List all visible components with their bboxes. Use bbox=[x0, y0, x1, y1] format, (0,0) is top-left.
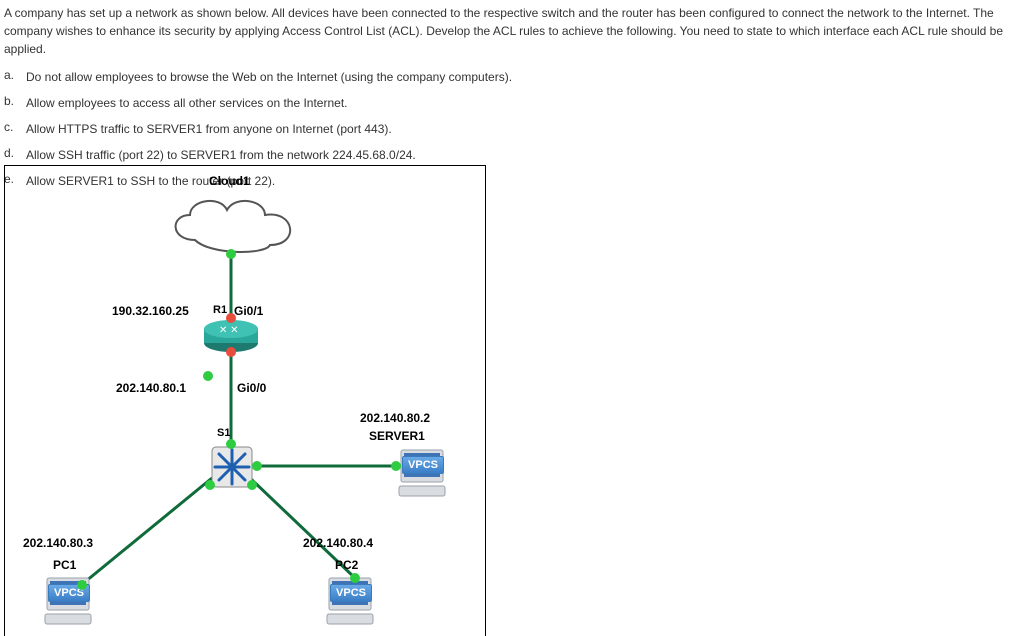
pc2-ip: 202.140.80.4 bbox=[303, 536, 373, 550]
vpcs-badge: VPCS bbox=[402, 456, 444, 474]
pc1-ip: 202.140.80.3 bbox=[23, 536, 93, 550]
pc2-name: PC2 bbox=[335, 558, 358, 572]
requirement-c: c. Allow HTTPS traffic to SERVER1 from a… bbox=[4, 118, 1020, 140]
router-lan-if: Gi0/0 bbox=[237, 381, 266, 395]
router-label: R1 bbox=[213, 304, 227, 316]
router-wan-ip: 190.32.160.25 bbox=[112, 304, 189, 318]
link-endpoint-icon bbox=[226, 249, 236, 259]
link-endpoint-icon bbox=[226, 347, 236, 357]
svg-text:✕ ✕: ✕ ✕ bbox=[219, 325, 239, 336]
requirement-letter: d. bbox=[4, 144, 26, 160]
requirement-d: d. Allow SSH traffic (port 22) to SERVER… bbox=[4, 144, 1020, 166]
pc1-icon: VPCS bbox=[41, 574, 95, 628]
link-endpoint-icon bbox=[247, 480, 257, 490]
link-endpoint-icon bbox=[226, 313, 236, 323]
network-diagram: Cloud1 190.32.160.25 R1 Gi0/1 ✕ ✕ 202.14… bbox=[4, 165, 486, 636]
requirement-text: Do not allow employees to browse the Web… bbox=[26, 66, 1020, 88]
link-endpoint-icon bbox=[77, 580, 87, 590]
router-wan-if: Gi0/1 bbox=[234, 304, 263, 318]
pc1-name: PC1 bbox=[53, 558, 76, 572]
vpcs-badge: VPCS bbox=[330, 584, 372, 602]
page: A company has set up a network as shown … bbox=[0, 0, 1024, 636]
router-lan-ip: 202.140.80.1 bbox=[116, 381, 186, 395]
server1-name: SERVER1 bbox=[369, 429, 425, 443]
link-endpoint-icon bbox=[350, 573, 360, 583]
pc2-icon: VPCS bbox=[323, 574, 377, 628]
link-endpoint-icon bbox=[203, 371, 213, 381]
link-endpoint-icon bbox=[252, 461, 262, 471]
problem-intro: A company has set up a network as shown … bbox=[0, 0, 1024, 60]
link-endpoint-icon bbox=[205, 480, 215, 490]
server1-ip: 202.140.80.2 bbox=[360, 411, 430, 425]
requirement-letter: b. bbox=[4, 92, 26, 108]
requirement-a: a. Do not allow employees to browse the … bbox=[4, 66, 1020, 88]
requirement-text: Allow SSH traffic (port 22) to SERVER1 f… bbox=[26, 144, 1020, 166]
link-endpoint-icon bbox=[391, 461, 401, 471]
requirement-letter: c. bbox=[4, 118, 26, 134]
server1-icon: VPCS bbox=[395, 446, 449, 500]
requirement-text: Allow HTTPS traffic to SERVER1 from anyo… bbox=[26, 118, 1020, 140]
switch-label: S1 bbox=[217, 427, 230, 439]
cloud-label: Cloud1 bbox=[209, 174, 250, 188]
requirement-letter: a. bbox=[4, 66, 26, 82]
requirement-b: b. Allow employees to access all other s… bbox=[4, 92, 1020, 114]
requirement-text: Allow employees to access all other serv… bbox=[26, 92, 1020, 114]
link-endpoint-icon bbox=[226, 439, 236, 449]
cloud-icon bbox=[165, 190, 305, 260]
